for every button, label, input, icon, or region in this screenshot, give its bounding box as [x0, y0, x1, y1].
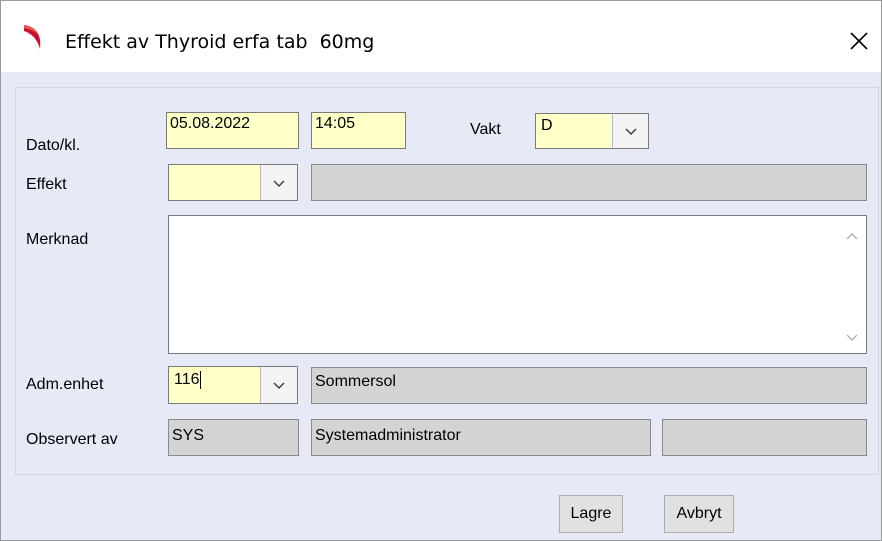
merknad-label: Merknad [26, 231, 89, 248]
effekt-value [169, 165, 260, 200]
observert-av-extra-field [662, 419, 867, 456]
date-field[interactable]: 05.08.2022 [166, 112, 299, 149]
chevron-up-icon[interactable] [846, 232, 858, 240]
adm-enhet-value: 116 [169, 367, 260, 403]
vakt-select[interactable]: D [535, 113, 649, 149]
observert-av-name-field: Systemadministrator [311, 419, 651, 456]
chevron-down-icon [624, 128, 637, 136]
effekt-dropdown-button[interactable] [260, 165, 297, 200]
vakt-value: D [536, 114, 611, 148]
adm-enhet-dropdown-button[interactable] [260, 367, 297, 403]
text-cursor [199, 371, 201, 389]
title-bar: Effekt av Thyroid erfa tab 60mg [1, 1, 881, 72]
observert-av-label: Observert av [26, 431, 118, 448]
merknad-textarea[interactable] [168, 215, 867, 354]
vakt-dropdown-button[interactable] [612, 114, 648, 148]
effekt-description-field [311, 164, 867, 201]
chevron-down-icon [273, 179, 285, 187]
app-logo-icon [24, 25, 41, 49]
time-field[interactable]: 14:05 [311, 112, 406, 149]
adm-enhet-description-field: Sommersol [311, 367, 867, 404]
merknad-scrollbar[interactable] [839, 217, 865, 352]
effekt-dialog: Effekt av Thyroid erfa tab 60mg Dato/kl.… [0, 0, 882, 541]
effekt-select[interactable] [168, 164, 298, 201]
close-icon[interactable] [843, 25, 875, 57]
effekt-label: Effekt [26, 176, 67, 193]
dialog-title: Effekt av Thyroid erfa tab 60mg [65, 31, 375, 53]
chevron-down-icon[interactable] [846, 334, 858, 342]
chevron-down-icon [273, 382, 285, 390]
adm-enhet-label: Adm.enhet [26, 376, 104, 393]
dato-label: Dato/kl. [26, 137, 81, 154]
save-button[interactable]: Lagre [559, 495, 623, 533]
adm-enhet-select[interactable]: 116 [168, 366, 298, 404]
observert-av-code-field: SYS [168, 419, 299, 456]
vakt-label: Vakt [470, 121, 501, 138]
cancel-button[interactable]: Avbryt [664, 495, 734, 533]
